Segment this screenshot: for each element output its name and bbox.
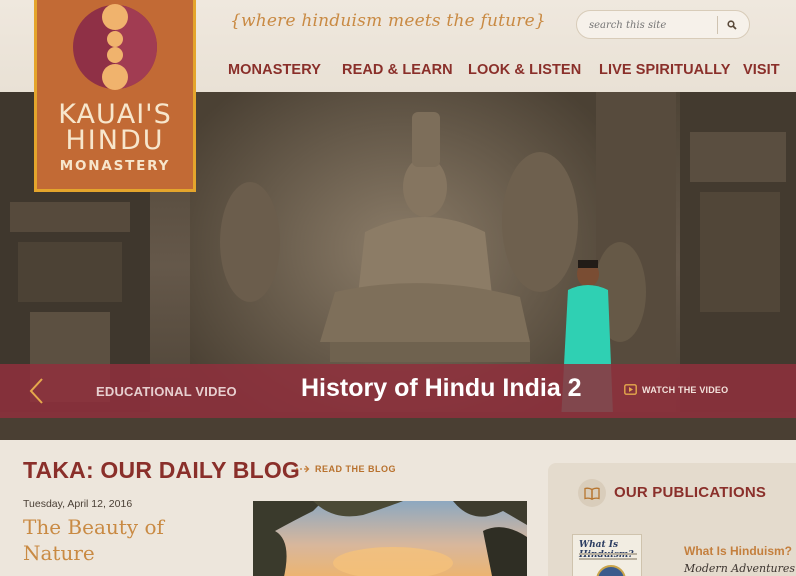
publications-panel: OUR PUBLICATIONS What Is Hinduism? What …	[548, 463, 796, 576]
hero-label: EDUCATIONAL VIDEO	[96, 384, 237, 399]
search-input[interactable]	[589, 17, 717, 33]
search-box[interactable]	[576, 10, 750, 39]
arrow-right-icon	[296, 465, 310, 473]
nav-visit[interactable]: VISIT	[743, 62, 780, 78]
chevron-left-icon[interactable]	[28, 377, 46, 405]
post-image[interactable]	[253, 501, 527, 576]
nav-read-learn[interactable]: READ & LEARN	[342, 62, 453, 78]
book-cover-title: What Is Hinduism?	[579, 540, 634, 560]
search-divider	[717, 16, 718, 34]
nav-monastery[interactable]: MONASTERY	[228, 62, 321, 78]
logo-line-3: MONASTERY	[59, 158, 171, 174]
site-logo[interactable]: KAUAI'S HINDU MONASTERY	[34, 0, 196, 192]
cover-emblem	[596, 565, 626, 576]
hero-title[interactable]: History of Hindu India 2	[301, 374, 582, 403]
cover-line	[579, 553, 637, 555]
nav-look-listen[interactable]: LOOK & LISTEN	[468, 62, 581, 78]
publications-icon-badge	[578, 479, 606, 507]
book-title[interactable]: What Is Hinduism?	[684, 544, 792, 558]
search-icon	[727, 20, 737, 30]
post-photo	[253, 501, 527, 576]
watch-video-link[interactable]: WATCH THE VIDEO	[624, 384, 728, 395]
blog-section-title: TAKA: OUR DAILY BLOG	[23, 457, 301, 483]
search-button[interactable]	[719, 14, 745, 36]
book-cover[interactable]: What Is Hinduism?	[572, 534, 642, 576]
logo-emblem	[73, 4, 157, 90]
watch-video-label: WATCH THE VIDEO	[642, 384, 729, 395]
book-subtitle: Modern Adventures int	[684, 562, 796, 575]
read-blog-link[interactable]: READ THE BLOG	[296, 464, 396, 474]
logo-line-1: KAUAI'S	[58, 99, 172, 130]
cover-line	[579, 558, 637, 560]
post-title[interactable]: The Beauty of Nature	[23, 514, 223, 566]
hero-caption-bar: EDUCATIONAL VIDEO History of Hindu India…	[0, 364, 796, 418]
read-blog-label: READ THE BLOG	[315, 464, 397, 474]
post-date: Tuesday, April 12, 2016	[23, 498, 133, 510]
logo-line-2: HINDU	[65, 125, 165, 156]
site-tagline: {where hinduism meets the future}	[230, 11, 546, 31]
book-icon	[584, 487, 600, 500]
nav-live-spiritually[interactable]: LIVE SPIRITUALLY	[599, 62, 731, 78]
video-icon	[624, 384, 637, 395]
publications-title: OUR PUBLICATIONS	[614, 484, 767, 501]
